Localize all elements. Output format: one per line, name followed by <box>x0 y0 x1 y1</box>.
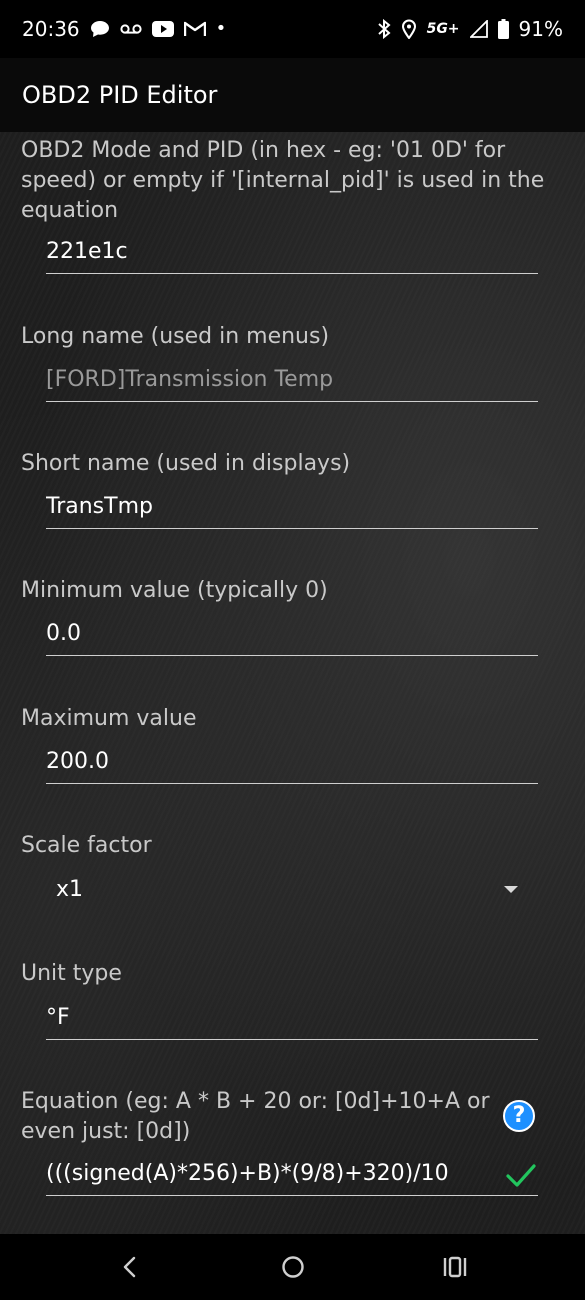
min-value-input[interactable]: 0.0 <box>46 616 538 656</box>
clock: 20:36 <box>22 17 80 41</box>
scale-factor-label: Scale factor <box>21 833 152 858</box>
long-name-input[interactable]: [FORD]Transmission Temp <box>46 362 538 402</box>
scale-factor-selected: x1 <box>56 877 84 902</box>
recents-icon[interactable] <box>435 1252 475 1282</box>
gmail-icon <box>183 21 206 36</box>
back-icon[interactable] <box>110 1252 150 1282</box>
voicemail-icon <box>120 24 142 34</box>
dropdown-arrow-icon <box>504 886 518 893</box>
location-icon <box>401 19 416 39</box>
dot-icon: • <box>215 18 227 39</box>
unit-type-input[interactable]: °F <box>46 1000 538 1040</box>
unit-type-label: Unit type <box>21 961 122 986</box>
max-value-input[interactable]: 200.0 <box>46 744 538 784</box>
scale-factor-dropdown[interactable]: x1 <box>56 872 526 912</box>
short-name-label: Short name (used in displays) <box>21 451 351 476</box>
long-name-label: Long name (used in menus) <box>21 324 330 349</box>
short-name-input[interactable]: TransTmp <box>46 489 538 529</box>
equation-input[interactable]: (((signed(A)*256)+B)*(9/8)+320)/10 <box>46 1156 538 1196</box>
check-icon <box>506 1164 536 1187</box>
status-bar: 20:36 • 5G+ 91% <box>0 0 585 58</box>
home-icon[interactable] <box>273 1252 313 1282</box>
bluetooth-icon <box>377 19 391 39</box>
equation-label: Equation (eg: A * B + 20 or: [0d]+10+A o… <box>21 1089 490 1144</box>
battery-percent: 91% <box>518 17 563 41</box>
min-value-label: Minimum value (typically 0) <box>21 578 328 603</box>
page-title: OBD2 PID Editor <box>22 81 218 109</box>
max-value-label: Maximum value <box>21 706 197 731</box>
status-bar-left: 20:36 • <box>22 17 226 41</box>
signal-icon <box>469 20 488 38</box>
youtube-icon <box>151 21 174 37</box>
chat-icon <box>90 21 109 37</box>
app-bar: OBD2 PID Editor <box>0 58 585 132</box>
network-type: 5G+ <box>426 21 460 37</box>
navigation-bar <box>0 1234 585 1300</box>
mode-pid-label: OBD2 Mode and PID (in hex - eg: '01 0D' … <box>21 138 545 223</box>
battery-icon <box>497 19 509 39</box>
pid-editor-form[interactable]: OBD2 Mode and PID (in hex - eg: '01 0D' … <box>0 132 585 1234</box>
mode-pid-input[interactable]: 221e1c <box>46 234 538 274</box>
status-bar-right: 5G+ 91% <box>377 17 563 41</box>
help-icon[interactable]: ? <box>503 1100 535 1132</box>
